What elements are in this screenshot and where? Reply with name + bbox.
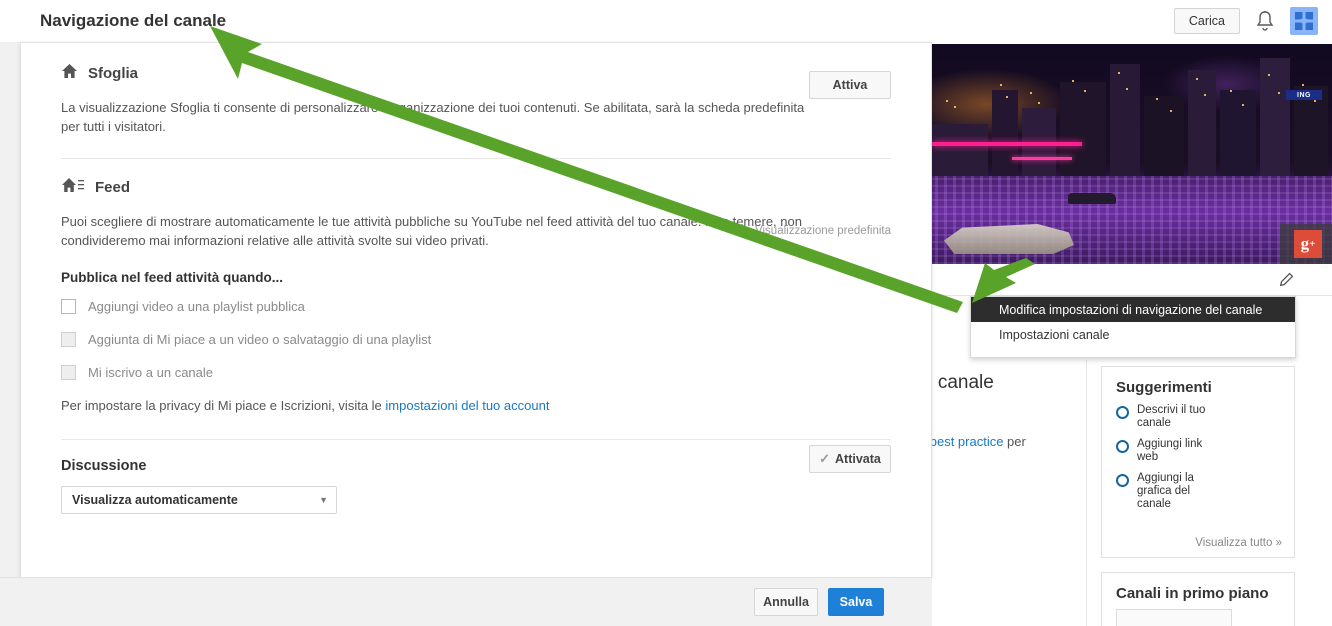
checkbox-row: Mi iscrivo a un canale	[61, 365, 891, 380]
section-feed-title: Feed	[95, 179, 131, 196]
circle-ring-icon	[1116, 474, 1129, 487]
checkbox-mi-piace	[61, 332, 76, 347]
featured-channels-title: Canali in primo piano	[1116, 585, 1269, 602]
default-view-note: Visualizzazione predefinita	[755, 225, 891, 237]
featured-channel-placeholder[interactable]	[1116, 609, 1232, 626]
content-divider	[1086, 360, 1087, 626]
apps-grid-icon[interactable]	[1290, 7, 1318, 35]
suggestion-label: Aggiungi la grafica del canale	[1137, 472, 1194, 510]
view-all-link[interactable]: Visualizza tutto »	[1195, 537, 1282, 549]
screen: ING g+ o canale le best practice per Sug…	[0, 0, 1332, 626]
suggestion-item[interactable]: Aggiungi link web	[1116, 438, 1294, 464]
footer-actions: Annulla Salva	[754, 588, 884, 616]
section-sfoglia-title: Sfoglia	[88, 65, 139, 82]
dialog-body: Sfoglia La visualizzazione Sfoglia ti co…	[21, 43, 931, 514]
cancel-button[interactable]: Annulla	[754, 588, 818, 616]
privacy-note: Per impostare la privacy di Mi piace e I…	[61, 398, 891, 413]
banner-neon-sign	[932, 142, 1082, 146]
checkbox-row[interactable]: Aggiungi video a una playlist pubblica	[61, 299, 891, 314]
modal-left-gutter	[0, 42, 20, 577]
suggestions-card: Suggerimenti Descrivi il tuo canale Aggi…	[1101, 366, 1295, 558]
banner-building	[1060, 82, 1106, 182]
section-sfoglia-description: La visualizzazione Sfoglia ti consente d…	[61, 100, 805, 134]
banner-neon-sign	[1012, 157, 1072, 160]
banner-ing-sign: ING	[1286, 90, 1322, 100]
banner-building	[1110, 64, 1140, 182]
circle-ring-icon	[1116, 406, 1129, 419]
banner-building	[1260, 58, 1290, 182]
suggestions-title: Suggerimenti	[1116, 379, 1212, 396]
upload-button[interactable]: Carica	[1173, 8, 1240, 34]
discussion-title: Discussione	[61, 458, 147, 474]
hint-post: per	[1003, 434, 1026, 449]
checkbox-label: Mi iscrivo a un canale	[88, 365, 213, 380]
menu-item-impostazioni-canale[interactable]: Impostazioni canale	[971, 322, 1295, 347]
banner-building	[1188, 70, 1216, 182]
background-hint-line: le best practice per	[916, 434, 1026, 449]
page-title: Navigazione del canale	[40, 11, 227, 30]
banner-building	[930, 124, 988, 182]
section-sfoglia-header: Sfoglia	[61, 63, 891, 84]
dialog-footer: Annulla Salva	[0, 577, 932, 626]
featured-channels-card: Canali in primo piano	[1101, 572, 1295, 626]
best-practice-link[interactable]: best practice	[930, 434, 1004, 449]
suggestion-label: Aggiungi link web	[1137, 438, 1203, 463]
suggestion-item[interactable]: Descrivi il tuo canale	[1116, 404, 1294, 430]
publish-when-subheading: Pubblica nel feed attività quando...	[61, 270, 284, 285]
save-button[interactable]: Salva	[828, 588, 884, 616]
checkbox-iscrizione-canale	[61, 365, 76, 380]
attivata-button[interactable]: ✓ Attivata	[809, 445, 891, 473]
banner-edit-strip	[926, 264, 1332, 296]
checkbox-row: Aggiunta di Mi piace a un video o salvat…	[61, 332, 891, 347]
banner-building	[1220, 90, 1256, 182]
banner-building	[1144, 96, 1184, 182]
check-icon: ✓	[819, 451, 831, 466]
channel-context-menu: Modifica impostazioni di navigazione del…	[970, 296, 1296, 358]
divider	[61, 158, 891, 159]
suggestion-label: Descrivi il tuo canale	[1137, 404, 1206, 429]
banner-building	[992, 90, 1018, 182]
bell-icon[interactable]	[1254, 9, 1276, 33]
privacy-note-text: Per impostare la privacy di Mi piace e I…	[61, 398, 386, 413]
menu-item-modifica-navigazione[interactable]: Modifica impostazioni di navigazione del…	[971, 297, 1295, 322]
suggestion-item[interactable]: Aggiungi la grafica del canale	[1116, 472, 1294, 511]
house-icon	[61, 63, 78, 84]
banner-small-boat	[1068, 193, 1116, 204]
attivata-label: Attivata	[835, 452, 881, 466]
channel-navigation-dialog: Sfoglia La visualizzazione Sfoglia ti co…	[20, 42, 932, 577]
top-bar-actions: Carica	[1173, 0, 1318, 42]
section-feed-description: Puoi scegliere di mostrare automaticamen…	[61, 214, 802, 248]
circle-ring-icon	[1116, 440, 1129, 453]
discussion-select[interactable]: Visualizza automaticamente ▼	[61, 486, 337, 514]
chevron-down-icon: ▼	[319, 495, 328, 505]
account-settings-link[interactable]: impostazioni del tuo account	[385, 398, 549, 413]
channel-banner: ING g +	[926, 44, 1332, 264]
checkbox-label: Aggiunta di Mi piace a un video o salvat…	[88, 332, 432, 347]
checkbox-label: Aggiungi video a una playlist pubblica	[88, 299, 305, 314]
google-plus-icon[interactable]: g +	[1294, 230, 1322, 258]
background-section-title: o canale	[922, 372, 994, 393]
discussion-select-value: Visualizza automaticamente	[72, 493, 238, 507]
section-feed-header: Feed	[61, 177, 891, 198]
checkbox-playlist-pubblica[interactable]	[61, 299, 76, 314]
banner-building	[1294, 86, 1328, 182]
house-list-icon	[61, 177, 85, 198]
pencil-edit-icon[interactable]	[1274, 268, 1298, 292]
divider	[61, 439, 891, 440]
attiva-button[interactable]: Attiva	[809, 71, 891, 99]
